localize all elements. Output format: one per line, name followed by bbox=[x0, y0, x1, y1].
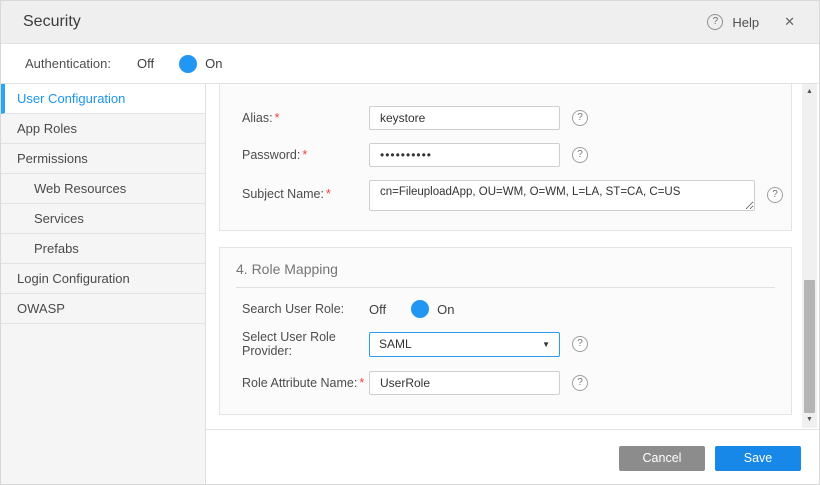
required-asterisk: * bbox=[275, 111, 280, 125]
scrollbar-thumb[interactable] bbox=[804, 280, 815, 413]
subject-name-help-icon[interactable]: ? bbox=[767, 187, 783, 203]
vertical-scrollbar[interactable]: ▲ ▼ bbox=[802, 84, 817, 428]
form-scroll-area: Alias:* ? Password:* ? bbox=[206, 84, 819, 430]
role-provider-help-icon[interactable]: ? bbox=[572, 336, 588, 352]
role-attribute-input[interactable] bbox=[369, 371, 560, 395]
security-dialog: Security ? Help ✕ Authentication: Off On… bbox=[0, 0, 820, 485]
dropdown-arrow-icon: ▼ bbox=[542, 340, 550, 349]
sidebar-item-owasp[interactable]: OWASP bbox=[1, 294, 205, 324]
role-attribute-help-icon[interactable]: ? bbox=[572, 375, 588, 391]
certificate-panel: Alias:* ? Password:* ? bbox=[219, 84, 792, 231]
alias-label: Alias:* bbox=[242, 111, 369, 125]
search-user-role-label: Search User Role: bbox=[242, 302, 369, 316]
role-attribute-row: Role Attribute Name:* ? bbox=[220, 371, 791, 395]
help-link[interactable]: Help bbox=[732, 15, 759, 30]
role-attribute-label: Role Attribute Name:* bbox=[242, 376, 369, 390]
search-role-off-label: Off bbox=[369, 302, 386, 317]
authentication-row: Authentication: Off On bbox=[1, 44, 819, 84]
scroll-up-icon[interactable]: ▲ bbox=[802, 86, 817, 98]
page-title: Security bbox=[23, 13, 81, 31]
alias-field-row: Alias:* ? bbox=[220, 106, 791, 130]
sidebar-nav: User ConfigurationApp RolesPermissionsWe… bbox=[1, 84, 206, 485]
password-input[interactable] bbox=[369, 143, 560, 167]
main-panel: Alias:* ? Password:* ? bbox=[206, 84, 819, 485]
subject-name-textarea[interactable]: cn=FileuploadApp, OU=WM, O=WM, L=LA, ST=… bbox=[369, 180, 755, 211]
password-label: Password:* bbox=[242, 148, 369, 162]
sidebar-item-services[interactable]: Services bbox=[1, 204, 205, 234]
scroll-down-icon[interactable]: ▼ bbox=[802, 414, 817, 426]
toggle-knob bbox=[179, 55, 197, 73]
authentication-label: Authentication: bbox=[25, 56, 111, 71]
sidebar-item-user-configuration[interactable]: User Configuration bbox=[1, 84, 205, 114]
sidebar-item-login-configuration[interactable]: Login Configuration bbox=[1, 264, 205, 294]
sidebar-item-web-resources[interactable]: Web Resources bbox=[1, 174, 205, 204]
section-divider bbox=[236, 287, 775, 288]
footer-actions: Cancel Save bbox=[411, 431, 819, 485]
auth-on-label: On bbox=[205, 56, 222, 71]
help-icon[interactable]: ? bbox=[707, 14, 723, 30]
required-asterisk: * bbox=[326, 187, 331, 201]
cancel-button[interactable]: Cancel bbox=[619, 446, 705, 471]
alias-input[interactable] bbox=[369, 106, 560, 130]
toggle-knob bbox=[411, 300, 429, 318]
titlebar: Security ? Help ✕ bbox=[1, 1, 819, 44]
alias-help-icon[interactable]: ? bbox=[572, 110, 588, 126]
save-button[interactable]: Save bbox=[715, 446, 801, 471]
password-help-icon[interactable]: ? bbox=[572, 147, 588, 163]
role-mapping-panel: 4. Role Mapping Search User Role: Off bbox=[219, 247, 792, 415]
role-mapping-title: 4. Role Mapping bbox=[220, 248, 791, 277]
subject-name-label: Subject Name:* bbox=[242, 180, 369, 201]
sidebar-item-app-roles[interactable]: App Roles bbox=[1, 114, 205, 144]
search-user-role-toggle[interactable] bbox=[396, 301, 427, 317]
auth-off-label: Off bbox=[137, 56, 154, 71]
authentication-toggle[interactable] bbox=[164, 56, 195, 72]
sidebar-item-permissions[interactable]: Permissions bbox=[1, 144, 205, 174]
required-asterisk: * bbox=[302, 148, 307, 162]
role-provider-select[interactable]: SAML ▼ bbox=[369, 332, 560, 357]
role-provider-label: Select User Role Provider: bbox=[242, 330, 369, 358]
search-role-on-label: On bbox=[437, 302, 454, 317]
password-field-row: Password:* ? bbox=[220, 143, 791, 167]
close-icon[interactable]: ✕ bbox=[782, 12, 797, 32]
required-asterisk: * bbox=[359, 376, 364, 390]
search-user-role-row: Search User Role: Off On bbox=[220, 301, 791, 317]
role-provider-selected-value: SAML bbox=[379, 337, 412, 351]
sidebar-item-prefabs[interactable]: Prefabs bbox=[1, 234, 205, 264]
role-provider-row: Select User Role Provider: SAML ▼ ? bbox=[220, 330, 791, 358]
subject-name-field-row: Subject Name:* cn=FileuploadApp, OU=WM, … bbox=[220, 180, 791, 211]
